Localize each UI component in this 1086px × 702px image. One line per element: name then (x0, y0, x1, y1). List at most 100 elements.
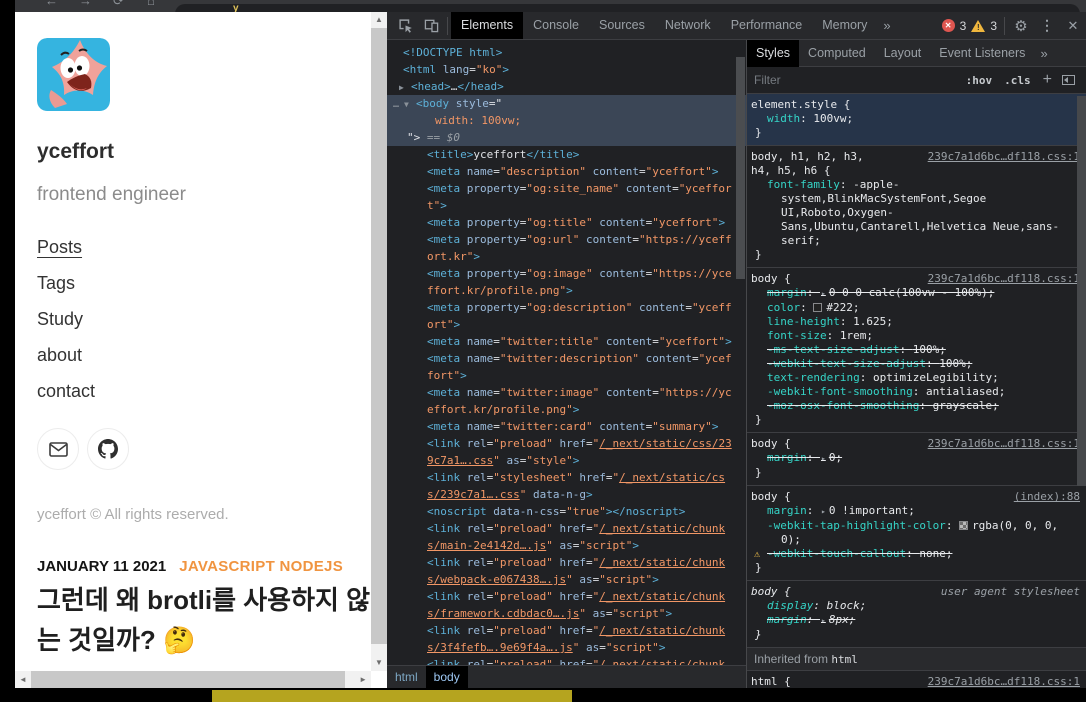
shorthand-expand-icon[interactable]: ▸ (821, 454, 826, 463)
sidebar-tab-styles[interactable]: Styles (747, 40, 799, 67)
refresh-icon[interactable]: ⟳ (113, 0, 124, 9)
css-declaration[interactable]: -moz-osx-font-smoothing: grayscale; (751, 399, 1080, 413)
issues-badges[interactable]: ✕ 3 ! 3 (938, 19, 1001, 33)
dom-tree-node[interactable]: <meta name="twitter:description" content… (387, 350, 746, 367)
address-bar[interactable]: y (175, 4, 1080, 12)
tab-network[interactable]: Network (655, 12, 721, 39)
close-icon[interactable]: ✕ (1060, 13, 1086, 39)
css-declaration[interactable]: -webkit-tap-highlight-color: rgba(0, 0, … (751, 519, 1080, 547)
dom-tree-node[interactable]: s/3f4fefb….9e69f4a….js" as="script"> (387, 639, 746, 656)
css-rule[interactable]: body {user agent stylesheetdisplay: bloc… (747, 581, 1086, 648)
dom-tree-node[interactable]: <meta property="og:image" content="https… (387, 265, 746, 282)
sidebar-tab-event-listeners[interactable]: Event Listeners (930, 40, 1034, 67)
shorthand-expand-icon[interactable]: ▸ (821, 289, 826, 298)
element-classes-toggle[interactable]: .cls (1004, 74, 1031, 87)
dom-tree-node-selected[interactable]: width: 100vw; (387, 112, 746, 129)
dom-tree-node[interactable]: <noscript data-n-css="true"></noscript> (387, 503, 746, 520)
tab-elements[interactable]: Elements (451, 12, 523, 39)
css-rule[interactable]: body {(index):88margin: ▸0 !important;-w… (747, 486, 1086, 581)
stylesheet-source-link[interactable]: 239c7a1d6bc…df118.css:1 (928, 150, 1080, 164)
dom-tree-node[interactable]: <link rel="preload" href="/_next/static/… (387, 588, 746, 605)
forward-icon[interactable]: → (79, 0, 92, 8)
dom-tree-node[interactable]: <meta property="og:site_name" content="y… (387, 180, 746, 197)
elements-scrollbar-thumb[interactable] (736, 57, 745, 279)
page-vertical-scrollbar[interactable]: ▲ ▼ (371, 12, 387, 671)
dom-tree-node-selected[interactable]: …▼<body style=" (387, 95, 746, 112)
filter-input[interactable]: Filter (754, 73, 960, 87)
css-declaration[interactable]: margin: ▸0 0 0 calc(100vw - 100%); (751, 286, 1080, 301)
dom-tree-node[interactable]: <meta property="og:title" content="yceff… (387, 214, 746, 231)
page-horizontal-scrollbar[interactable]: ◄ ► (15, 671, 371, 688)
tab-performance[interactable]: Performance (721, 12, 813, 39)
vertical-scroll-thumb[interactable] (371, 28, 387, 644)
github-button[interactable] (87, 428, 129, 470)
sidebar-tab-computed[interactable]: Computed (799, 40, 875, 67)
horizontal-scroll-thumb[interactable] (31, 671, 345, 688)
css-declaration[interactable]: margin: ▸0 !important; (751, 504, 1080, 519)
dom-tree-node[interactable]: s/framework.cdbdac0….js" as="script"> (387, 605, 746, 622)
dom-tree-node[interactable]: 9c7a1….css" as="style"> (387, 452, 746, 469)
tab-sources[interactable]: Sources (589, 12, 655, 39)
dom-tree-node[interactable]: <meta name="description" content="yceffo… (387, 163, 746, 180)
color-swatch[interactable] (959, 521, 968, 530)
settings-gear-icon[interactable]: ⚙ (1008, 13, 1034, 39)
dom-tree-node[interactable]: <title>yceffort</title> (387, 146, 746, 163)
home-icon[interactable]: ⌂ (147, 0, 155, 8)
more-tabs-icon[interactable]: » (877, 18, 896, 33)
new-style-rule-icon[interactable]: + (1043, 71, 1052, 89)
tab-memory[interactable]: Memory (812, 12, 877, 39)
device-toolbar-icon[interactable] (418, 13, 444, 39)
dom-tree-node[interactable]: ▶<head>…</head> (387, 78, 746, 95)
dom-tree-node[interactable]: <meta name="twitter:title" content="ycef… (387, 333, 746, 350)
scroll-down-icon[interactable]: ▼ (375, 659, 383, 667)
nav-link-about[interactable]: about (37, 345, 95, 381)
dom-tree-node[interactable]: s/webpack-e067438….js" as="script"> (387, 571, 746, 588)
styles-scrollbar-thumb[interactable] (1077, 96, 1086, 486)
dom-tree-node[interactable]: s/main-2e4142d….js" as="script"> (387, 537, 746, 554)
more-sidebar-tabs-icon[interactable]: » (1034, 46, 1053, 61)
back-icon[interactable]: ← (45, 0, 58, 8)
css-declaration[interactable]: line-height: 1.625; (751, 315, 1080, 329)
css-rule[interactable]: body {239c7a1d6bc…df118.css:1margin: ▸0 … (747, 268, 1086, 433)
dom-tree-node[interactable]: ort"> (387, 316, 746, 333)
dom-tree-node[interactable]: <meta name="twitter:image" content="http… (387, 384, 746, 401)
dom-tree-node[interactable]: <link rel="preload" href="/_next/static/… (387, 656, 746, 665)
dom-tree-node[interactable]: <meta property="og:description" content=… (387, 299, 746, 316)
scroll-up-icon[interactable]: ▲ (375, 16, 383, 24)
css-rule[interactable]: html {239c7a1d6bc…df118.css:1} (747, 671, 1086, 688)
dom-tree-node[interactable]: <html lang="ko"> (387, 61, 746, 78)
scroll-left-icon[interactable]: ◄ (19, 676, 27, 684)
shorthand-expand-icon[interactable]: ▸ (821, 616, 826, 625)
css-declaration[interactable]: -ms-text-size-adjust: 100%; (751, 343, 1080, 357)
stylesheet-source-link[interactable]: 239c7a1d6bc…df118.css:1 (928, 437, 1080, 451)
mail-button[interactable] (37, 428, 79, 470)
stylesheet-source-link[interactable]: 239c7a1d6bc…df118.css:1 (928, 675, 1080, 688)
tab-console[interactable]: Console (523, 12, 589, 39)
dom-tree-node[interactable]: ffort.kr/profile.png"> (387, 282, 746, 299)
css-rule[interactable]: body, h1, h2, h3,h4, h5, h6 {239c7a1d6bc… (747, 146, 1086, 268)
css-declaration[interactable]: font-size: 1rem; (751, 329, 1080, 343)
shorthand-expand-icon[interactable]: ▸ (821, 507, 826, 516)
dom-tree-node[interactable]: t"> (387, 197, 746, 214)
inspect-icon[interactable] (392, 13, 418, 39)
css-declaration[interactable]: display: block; (751, 599, 1080, 613)
dom-tree-node[interactable]: fort"> (387, 367, 746, 384)
breadcrumb-html[interactable]: html (387, 666, 426, 688)
dom-tree-node[interactable]: <link rel="preload" href="/_next/static/… (387, 520, 746, 537)
scroll-right-icon[interactable]: ► (359, 676, 367, 684)
css-rule[interactable]: body {239c7a1d6bc…df118.css:1margin: ▸0;… (747, 433, 1086, 486)
dom-tree-node[interactable]: <link rel="stylesheet" href="/_next/stat… (387, 469, 746, 486)
color-swatch[interactable] (813, 303, 822, 312)
stylesheet-source-link[interactable]: (index):88 (1014, 490, 1080, 504)
css-declaration[interactable]: font-family: -apple-system,BlinkMacSyste… (751, 178, 1080, 248)
nav-link-tags[interactable]: Tags (37, 273, 95, 309)
css-declaration[interactable]: color: #222; (751, 301, 1080, 315)
css-declaration[interactable]: -webkit-text-size-adjust: 100%; (751, 357, 1080, 371)
kebab-menu-icon[interactable]: ⋮ (1034, 13, 1060, 39)
toggle-sidebar-icon[interactable] (1062, 75, 1075, 85)
dom-tree-node-selected[interactable]: "> == $0 (387, 129, 746, 146)
stylesheet-source-link[interactable]: 239c7a1d6bc…df118.css:1 (928, 272, 1080, 286)
sidebar-tab-layout[interactable]: Layout (875, 40, 931, 67)
dom-tree-node[interactable]: <meta name="twitter:card" content="summa… (387, 418, 746, 435)
post-tags[interactable]: JAVASCRIPT NODEJS (179, 558, 343, 575)
